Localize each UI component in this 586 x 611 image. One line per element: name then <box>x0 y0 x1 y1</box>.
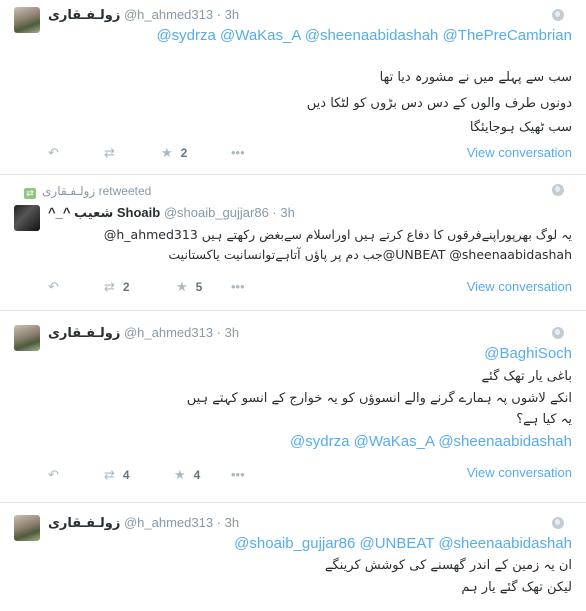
tweet-text-line: انکے لاشوں پہ ہمارے گرنے والے انسوؤں کو … <box>186 391 572 406</box>
tweet-text-line: جب دم پر پاؤں آتاہےتوانسانیت یاکستانیت@U… <box>168 247 572 262</box>
retweet-context: ⇄ زولـفـقاری retweeted <box>24 184 151 199</box>
retweeted-by-name[interactable]: زولـفـقاری <box>42 184 95 198</box>
avatar[interactable] <box>14 325 40 351</box>
favorite-count: 4 <box>193 468 201 482</box>
tweet-mentions[interactable]: @shoaib_gujjar86 @UNBEAT @sheenaabidasha… <box>234 535 572 552</box>
tweet-header: زولـفـقاری @h_ahmed313 · 3h <box>48 7 240 22</box>
star-icon: ★ <box>161 145 173 160</box>
star-icon: ★ <box>176 279 188 294</box>
view-conversation-link[interactable]: View conversation <box>467 465 572 480</box>
view-conversation-link[interactable]: View conversation <box>467 279 572 294</box>
tweet-text-line: سب ٹھیک ہوجایئگا <box>469 120 572 135</box>
avatar[interactable] <box>14 205 40 231</box>
tweet-text-line: یہ کیا ہے؟ <box>516 412 572 427</box>
tweet-header: زولـفـقاری @h_ahmed313 · 3h <box>48 325 240 340</box>
favorite-button[interactable]: ★ 4 <box>174 467 200 483</box>
tweet-header: ^_^ شعیب Shoaib @shoaib_gujjar86 · 3h <box>48 205 295 220</box>
tweet-text-line: سب سے پہلے میں نے مشورہ دیا تھا <box>379 70 572 85</box>
more-icon[interactable]: ••• <box>231 145 245 160</box>
tweet-2[interactable]: ⇄ زولـفـقاری retweeted ^_^ شعیب Shoaib @s… <box>0 175 586 311</box>
tweet-header: زولـفـقاری @h_ahmed313 · 3h <box>48 515 240 530</box>
tweet-text-line: باغی یار تھک گئے <box>481 369 572 384</box>
timestamp[interactable]: 3h <box>225 7 239 22</box>
avatar[interactable] <box>14 7 40 33</box>
favorite-button[interactable]: ★ 5 <box>176 279 202 295</box>
globe-icon <box>552 327 564 339</box>
author-name[interactable]: ^_^ شعیب Shoaib <box>48 205 160 220</box>
tweet-4[interactable]: زولـفـقاری @h_ahmed313 · 3h @shoaib_gujj… <box>0 503 586 611</box>
retweet-count: 2 <box>122 280 130 294</box>
favorite-count: 2 <box>180 146 188 160</box>
retweet-count: 4 <box>122 468 130 482</box>
timestamp[interactable]: 3h <box>225 515 239 530</box>
reply-icon[interactable]: ↶ <box>48 145 59 161</box>
retweeted-label: retweeted <box>98 184 152 198</box>
view-conversation-link[interactable]: View conversation <box>467 145 572 160</box>
tweet-text-line: @h_ahmed313 یہ لوگ بھرپوراپنےفرقوں کا دف… <box>103 227 572 242</box>
tweet-text-line: دونوں طرف والوں کے دس دس بڑوں کو لٹکا دی… <box>306 96 572 111</box>
retweet-icon[interactable]: ⇄ <box>104 145 115 161</box>
avatar[interactable] <box>14 515 40 541</box>
timeline: زولـفـقاری @h_ahmed313 · 3h @sydrza @WaK… <box>0 0 586 611</box>
timestamp[interactable]: 3h <box>225 325 239 340</box>
tweet-mentions[interactable]: @sydrza @WaKas_A @sheenaabidashah <box>290 433 572 450</box>
tweet-text-line: ان یہ زمین کے اندر گھسنے کی کوشش کرینگے <box>324 558 572 573</box>
author-handle[interactable]: @h_ahmed313 <box>124 325 213 340</box>
retweet-icon: ⇄ <box>104 467 115 482</box>
author-name[interactable]: زولـفـقاری <box>48 515 120 530</box>
favorite-count: 5 <box>195 280 203 294</box>
retweet-icon: ⇄ <box>104 279 115 294</box>
globe-icon <box>552 184 564 196</box>
author-handle[interactable]: @shoaib_gujjar86 <box>164 205 269 220</box>
tweet-text-line: لیکن تھک گئے یار ہم <box>461 580 572 595</box>
tweet-mention[interactable]: @BaghiSoch <box>484 345 572 362</box>
author-name[interactable]: زولـفـقاری <box>48 7 120 22</box>
tweet-1[interactable]: زولـفـقاری @h_ahmed313 · 3h @sydrza @WaK… <box>0 0 586 175</box>
timestamp[interactable]: 3h <box>280 205 294 220</box>
author-handle[interactable]: @h_ahmed313 <box>124 515 213 530</box>
tweet-mentions[interactable]: @sydrza @WaKas_A @sheenaabidashah @ThePr… <box>156 27 572 44</box>
author-name[interactable]: زولـفـقاری <box>48 325 120 340</box>
more-icon[interactable]: ••• <box>231 467 245 482</box>
retweet-button[interactable]: ⇄ 4 <box>104 467 130 483</box>
favorite-button[interactable]: ★ 2 <box>161 145 187 161</box>
reply-icon[interactable]: ↶ <box>48 279 59 295</box>
globe-icon <box>552 9 564 21</box>
star-icon: ★ <box>174 467 186 482</box>
retweet-button[interactable]: ⇄ 2 <box>104 279 130 295</box>
tweet-3[interactable]: زولـفـقاری @h_ahmed313 · 3h @BaghiSoch ب… <box>0 311 586 503</box>
more-icon[interactable]: ••• <box>231 279 245 294</box>
reply-icon[interactable]: ↶ <box>48 467 59 483</box>
globe-icon <box>552 517 564 529</box>
retweet-icon: ⇄ <box>24 188 36 199</box>
author-handle[interactable]: @h_ahmed313 <box>124 7 213 22</box>
